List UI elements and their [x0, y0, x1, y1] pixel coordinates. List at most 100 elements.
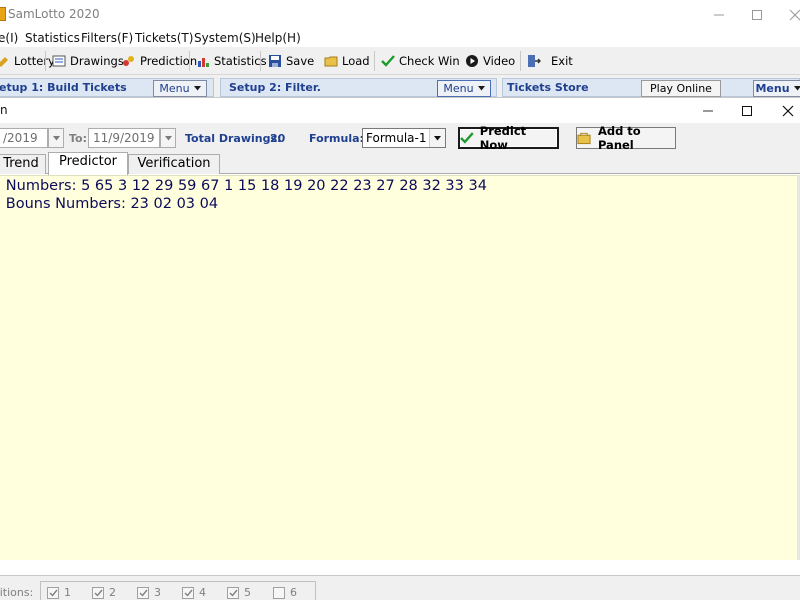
position-2-checkbox[interactable]: 2: [92, 586, 116, 599]
tickets-store-label: Tickets Store: [507, 81, 589, 94]
video-label: Video: [483, 54, 516, 68]
add-to-panel-label: Add to Panel: [597, 124, 641, 152]
step2-menu-label: Menu: [443, 82, 474, 95]
total-drawings-label: Total Drawings:: [185, 132, 282, 145]
caret-down-icon: [52, 135, 60, 140]
save-button[interactable]: Save: [268, 52, 314, 70]
position-1-checkbox[interactable]: 1: [47, 586, 71, 599]
prediction-results-area[interactable]: n Numbers: 5 65 3 12 29 59 67 1 15 18 19…: [0, 175, 797, 560]
menu-bar: e(I) Statistics Filters(F) Tickets(T) Sy…: [0, 29, 800, 47]
position-4-checkbox[interactable]: 4: [182, 586, 206, 599]
maximize-icon: [752, 9, 762, 20]
menu-filters[interactable]: Filters(F): [81, 31, 133, 45]
toolbar-separator: [189, 51, 190, 71]
toolbar-separator: [374, 51, 375, 71]
load-button[interactable]: Load: [324, 52, 370, 70]
positions-label: sitions:: [0, 586, 34, 599]
statistics-button[interactable]: Statistics: [196, 52, 267, 70]
lottery-icon: [0, 57, 8, 67]
minimize-icon: [714, 14, 724, 15]
title-bar: SamLotto 2020: [0, 0, 800, 29]
from-date-value: /2019: [3, 131, 38, 145]
prediction-window: n /2019 To: 11/9/2019 Total Drawings: 20…: [0, 97, 800, 575]
caret-down-icon: [193, 86, 201, 91]
load-label: Load: [342, 54, 370, 68]
prediction-filter-row: /2019 To: 11/9/2019 Total Drawings: 20 F…: [0, 123, 800, 152]
step1-menu-button[interactable]: Menu: [153, 80, 207, 97]
setup-strip: etup 1: Build Tickets Menu Setup 2: Filt…: [0, 76, 800, 97]
total-drawings-value: 20: [270, 132, 286, 145]
checkbox-icon: [182, 586, 194, 599]
play-icon: [466, 55, 478, 67]
child-maximize-button[interactable]: [727, 99, 767, 122]
menu-file[interactable]: e(I): [0, 31, 18, 45]
menu-help[interactable]: Help(H): [255, 31, 301, 45]
lottery-button[interactable]: Lottery: [0, 52, 55, 70]
check-win-label: Check Win: [399, 54, 460, 68]
predict-now-button[interactable]: Predict Now: [458, 124, 559, 152]
step1-menu-label: Menu: [159, 82, 190, 95]
tab-trend[interactable]: Trend: [0, 154, 46, 174]
tab-verification[interactable]: Verification: [128, 154, 220, 174]
panel-icon: [577, 132, 591, 145]
toolbar-separator: [45, 51, 46, 71]
checkbox-icon: [47, 586, 59, 599]
play-online-label: Play Online: [650, 82, 712, 95]
positions-group: 1 2 3 4 5 6: [40, 581, 316, 600]
formula-select[interactable]: Formula-1: [362, 128, 446, 148]
tab-predictor[interactable]: Predictor: [48, 152, 128, 175]
setup-step1-panel: etup 1: Build Tickets Menu: [0, 78, 214, 97]
setup-step2-label: Setup 2: Filter.: [229, 81, 321, 94]
position-5-label: 5: [244, 586, 251, 599]
position-4-label: 4: [199, 586, 206, 599]
folder-icon: [324, 56, 338, 67]
caret-down-icon: [164, 135, 172, 140]
position-5-checkbox[interactable]: 5: [227, 586, 251, 599]
step2-menu-button[interactable]: Menu: [437, 80, 491, 97]
child-minimize-button[interactable]: [688, 99, 728, 122]
samlotto-window: SamLotto 2020 e(I) Statistics Filters(F)…: [0, 0, 800, 600]
exit-icon: [528, 55, 541, 67]
toolbar-separator: [520, 51, 521, 71]
menu-system[interactable]: System(S): [194, 31, 256, 45]
prediction-button[interactable]: Prediction: [122, 52, 197, 70]
checkbox-icon: [227, 586, 239, 599]
child-close-button[interactable]: [768, 99, 800, 122]
play-online-button[interactable]: Play Online: [641, 80, 721, 97]
window-title: SamLotto 2020: [8, 7, 100, 21]
check-icon: [381, 55, 395, 67]
checkbox-icon: [137, 586, 149, 599]
toolbar: Lottery Drawings Prediction Statistics S…: [0, 47, 800, 75]
video-button[interactable]: Video: [465, 52, 515, 70]
maximize-icon: [742, 105, 752, 116]
minimize-icon: [703, 110, 713, 111]
menu-statistics[interactable]: Statistics: [25, 31, 80, 45]
lottery-label: Lottery: [14, 54, 55, 68]
statistics-label: Statistics: [214, 54, 267, 68]
position-3-checkbox[interactable]: 3: [137, 586, 161, 599]
predict-now-label: Predict Now: [479, 124, 527, 152]
save-label: Save: [286, 54, 315, 68]
toolbar-separator: [260, 51, 261, 71]
to-date-dropdown[interactable]: [160, 128, 176, 148]
check-win-button[interactable]: Check Win: [381, 52, 460, 70]
caret-down-icon: [477, 86, 485, 91]
drawings-button[interactable]: Drawings: [52, 52, 124, 70]
close-button[interactable]: [772, 0, 800, 29]
add-to-panel-button[interactable]: Add to Panel: [576, 124, 676, 152]
positions-bar: sitions: 1 2 3 4 5: [0, 575, 800, 600]
close-icon: [789, 9, 800, 20]
drawings-label: Drawings: [70, 54, 124, 68]
exit-button[interactable]: Exit: [527, 52, 573, 70]
position-6-label: 6: [290, 586, 297, 599]
menu-tickets[interactable]: Tickets(T): [135, 31, 193, 45]
position-1-label: 1: [64, 586, 71, 599]
from-date-dropdown[interactable]: [48, 128, 64, 148]
from-date-input[interactable]: /2019: [0, 128, 48, 148]
store-menu-button[interactable]: Menu: [753, 80, 800, 97]
store-menu-label: Menu: [755, 82, 790, 95]
to-date-input[interactable]: 11/9/2019: [88, 128, 160, 148]
position-6-checkbox[interactable]: 6: [273, 586, 297, 599]
prediction-window-title: n: [0, 103, 8, 117]
to-date-value: 11/9/2019: [93, 131, 155, 145]
